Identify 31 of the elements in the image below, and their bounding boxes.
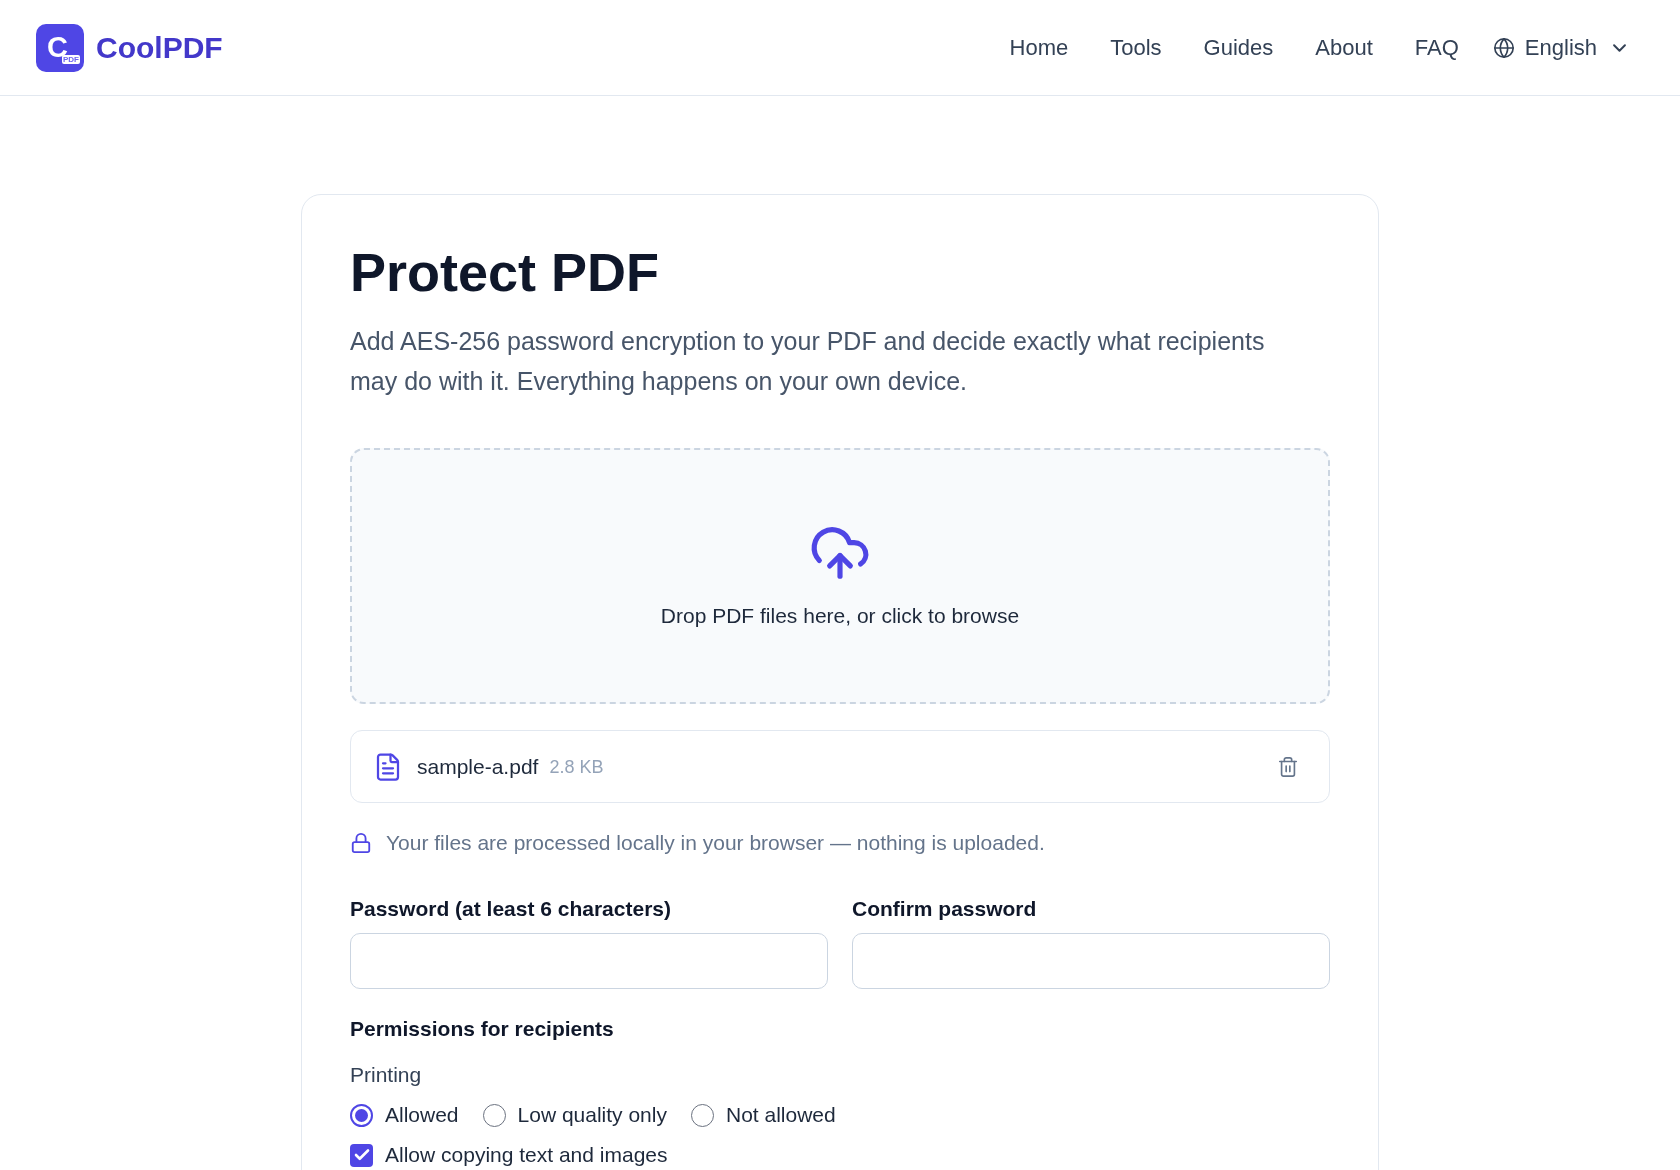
radio-label: Not allowed xyxy=(725,1102,836,1128)
password-field[interactable] xyxy=(852,933,1330,989)
password-field[interactable] xyxy=(350,933,828,989)
section-heading: Permissions for recipients xyxy=(350,1016,615,1042)
privacy-note: Your files are processed locally in your browser — nothing is uploaded. xyxy=(386,830,1045,856)
checkbox-label: Allow copying text and images xyxy=(385,1143,668,1167)
page-title: Protect PDF xyxy=(350,242,661,302)
lock-icon xyxy=(350,832,372,854)
trash-icon xyxy=(1277,755,1299,778)
file-size: 2.8 KB xyxy=(549,755,604,779)
radio-label: Allowed xyxy=(385,1102,459,1128)
nav-link[interactable]: Tools xyxy=(1110,33,1162,62)
radio-label: Low quality only xyxy=(517,1102,667,1128)
checkbox[interactable] xyxy=(350,1143,373,1167)
field-label: Confirm password xyxy=(852,896,1038,922)
group-label: Printing xyxy=(350,1062,423,1088)
globe-icon xyxy=(1492,36,1515,59)
nav-link[interactable]: Guides xyxy=(1203,33,1274,62)
brand-name[interactable]: CoolPDF xyxy=(96,32,223,63)
drop-zone[interactable]: Drop PDF files here, or click to browse xyxy=(350,448,1330,704)
field-label: Password (at least 6 characters) xyxy=(350,896,672,922)
nav-link[interactable]: About xyxy=(1315,33,1373,62)
radio-button[interactable] xyxy=(482,1103,506,1127)
language-selector[interactable]: English xyxy=(1492,33,1626,62)
file-name: sample-a.pdf xyxy=(417,753,539,780)
nav-link[interactable]: FAQ xyxy=(1414,33,1459,62)
chevron-down-icon xyxy=(1613,43,1626,52)
radio-button[interactable] xyxy=(690,1103,714,1127)
radio-button[interactable] xyxy=(350,1103,373,1127)
page-description: Add AES-256 password encryption to your PDF and decide exactly what recipients may do with it. Everything happens on your own device. xyxy=(350,326,1266,397)
nav-link[interactable]: Home xyxy=(1009,33,1069,62)
